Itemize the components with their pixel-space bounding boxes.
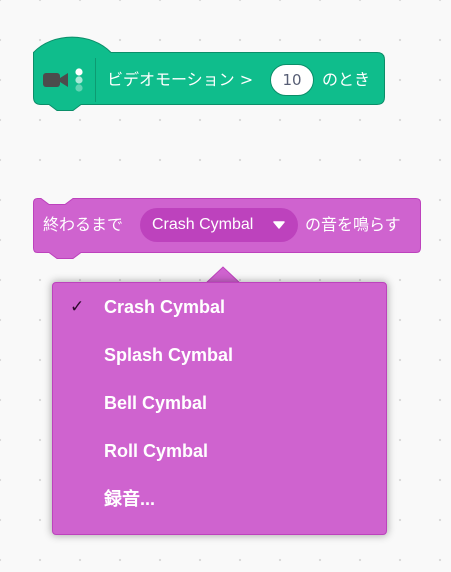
video-motion-hat-block[interactable]: ビデオモーション > 10 のとき <box>33 32 385 118</box>
sound-menu-dropdown[interactable]: Crash Cymbal <box>140 208 298 242</box>
checkmark-icon: ✓ <box>70 297 85 317</box>
menu-item-label: Splash Cymbal <box>104 345 234 365</box>
menu-item-label: 録音... <box>104 489 156 509</box>
sound-block-label-suffix: の音を鳴らす <box>305 215 401 234</box>
menu-item-label: Roll Cymbal <box>104 441 209 461</box>
menu-item-roll-cymbal[interactable]: Roll Cymbal <box>53 427 386 475</box>
sound-dropdown-menu: ✓ Crash Cymbal Splash Cymbal Bell Cymbal… <box>52 282 387 535</box>
hat-block-label-suffix: のとき <box>322 70 371 89</box>
menu-item-label: Bell Cymbal <box>104 393 208 413</box>
triangle-down-icon <box>273 221 285 229</box>
sound-block-label: 終わるまで <box>43 215 124 234</box>
menu-item-record[interactable]: 録音... <box>53 475 386 523</box>
menu-item-splash-cymbal[interactable]: Splash Cymbal <box>53 331 386 379</box>
menu-item-bell-cymbal[interactable]: Bell Cymbal <box>53 379 386 427</box>
play-sound-until-done-block[interactable]: 終わるまで Crash Cymbal の音を鳴らす <box>33 198 421 260</box>
sound-menu-selected-value: Crash Cymbal <box>152 216 254 233</box>
motion-threshold-input[interactable]: 10 <box>270 64 314 96</box>
block-icon-separator <box>95 58 96 102</box>
video-camera-icon <box>43 68 83 92</box>
menu-item-label: Crash Cymbal <box>104 297 226 317</box>
hat-block-label: ビデオモーション > <box>107 70 254 89</box>
menu-item-crash-cymbal[interactable]: ✓ Crash Cymbal <box>53 283 386 331</box>
